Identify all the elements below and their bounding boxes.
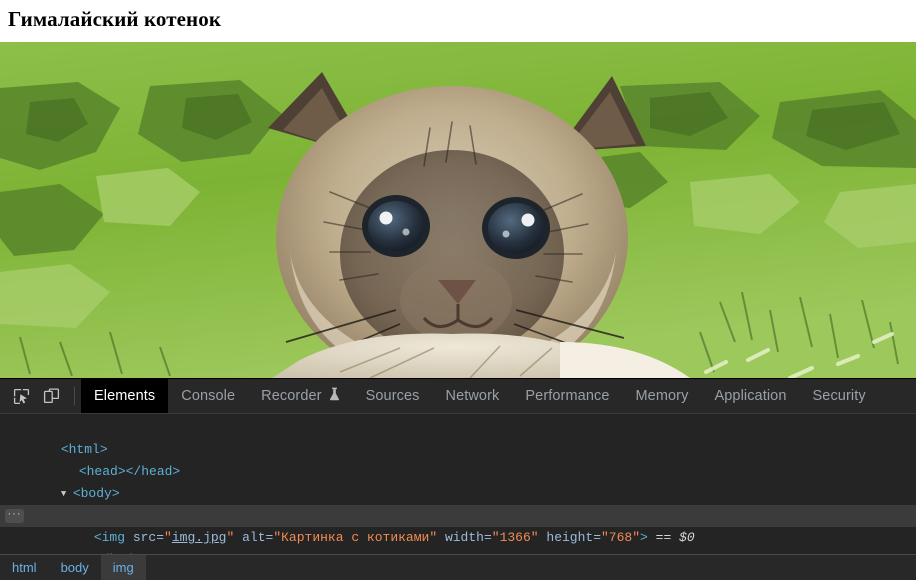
tab-recorder-label: Recorder <box>261 388 322 404</box>
device-toolbar-icon[interactable] <box>36 379 66 413</box>
kitten-image-container[interactable] <box>0 42 916 378</box>
tab-application[interactable]: Application <box>701 379 799 413</box>
dom-node-body[interactable]: ▼ <body> <box>0 461 916 501</box>
tab-memory-label: Memory <box>635 388 689 404</box>
tab-memory[interactable]: Memory <box>623 379 702 413</box>
kitten-photo[interactable] <box>0 42 916 378</box>
experiment-flask-icon <box>329 387 340 405</box>
dom-node-html[interactable]: <html> <box>0 417 916 457</box>
breadcrumb-html-label: html <box>12 560 37 575</box>
node-badge-icon[interactable]: ··· <box>5 509 24 523</box>
inspect-element-icon[interactable] <box>6 379 36 413</box>
devtools-panel: Elements Console Recorder Sources Networ… <box>0 378 916 580</box>
devtools-toolbar: Elements Console Recorder Sources Networ… <box>0 379 916 414</box>
breadcrumb-body-label: body <box>60 560 89 575</box>
tab-network[interactable]: Network <box>433 379 513 413</box>
tab-console[interactable]: Console <box>168 379 248 413</box>
dom-tree[interactable]: <html> <head></head> ▼<body> <h1>Гималай… <box>0 414 916 554</box>
breadcrumb-img-label: img <box>112 560 134 575</box>
breadcrumb-item-html[interactable]: html <box>0 555 49 580</box>
toolbar-divider <box>74 387 75 405</box>
tab-elements[interactable]: Elements <box>81 379 169 413</box>
tab-security[interactable]: Security <box>800 379 879 413</box>
dom-node-h1[interactable]: <h1>Гималайский котенок</h1> <box>0 483 916 523</box>
tab-network-label: Network <box>445 388 500 404</box>
tab-application-label: Application <box>714 388 787 404</box>
dom-node-img[interactable]: ··· <img src="img.jpg" alt="Картинка с ко… <box>0 505 916 545</box>
tab-sources-label: Sources <box>365 388 420 404</box>
breadcrumb-item-img[interactable]: img <box>100 555 146 580</box>
dom-node-body-close[interactable]: </body> <box>0 527 916 554</box>
tab-security-label: Security <box>812 388 866 404</box>
rendered-page: Гималайский котенок <box>0 0 916 378</box>
tab-elements-label: Elements <box>94 388 156 404</box>
tab-performance-label: Performance <box>525 388 610 404</box>
breadcrumb-item-body[interactable]: body <box>49 555 101 580</box>
tab-recorder[interactable]: Recorder <box>248 379 352 413</box>
tab-console-label: Console <box>181 388 236 404</box>
tab-sources[interactable]: Sources <box>353 379 433 413</box>
dom-node-head[interactable]: <head></head> <box>0 439 916 479</box>
breadcrumb: html body img <box>0 554 916 580</box>
page-title: Гималайский котенок <box>8 7 222 31</box>
tab-performance[interactable]: Performance <box>512 379 622 413</box>
